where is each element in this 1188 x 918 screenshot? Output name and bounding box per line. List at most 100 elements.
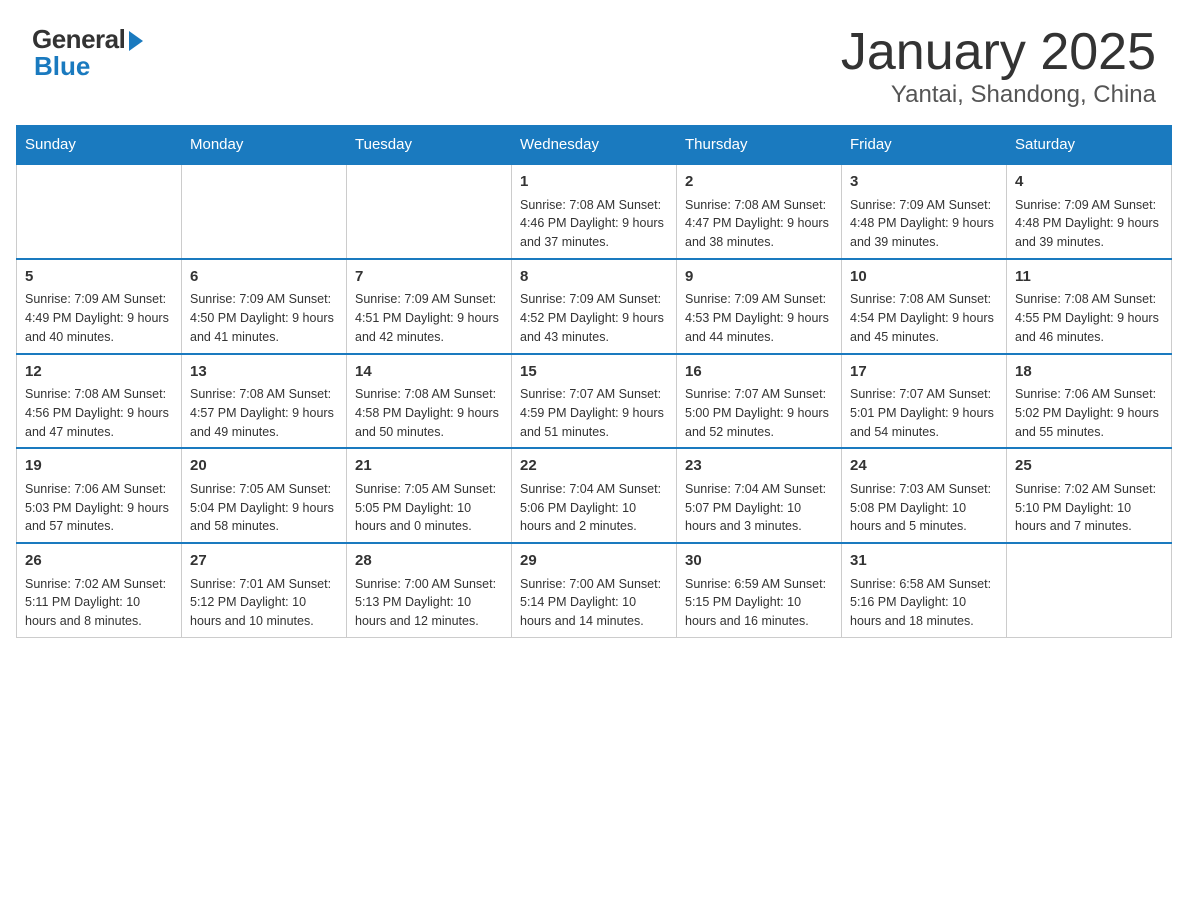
day-number: 26 — [25, 550, 173, 573]
day-number: 3 — [850, 171, 998, 194]
day-of-week-tuesday: Tuesday — [347, 126, 512, 165]
calendar-cell: 25Sunrise: 7:02 AM Sunset: 5:10 PM Dayli… — [1007, 448, 1172, 543]
day-number: 21 — [355, 455, 503, 478]
day-info: Sunrise: 6:58 AM Sunset: 5:16 PM Dayligh… — [850, 575, 998, 631]
calendar-cell: 19Sunrise: 7:06 AM Sunset: 5:03 PM Dayli… — [17, 448, 182, 543]
day-info: Sunrise: 6:59 AM Sunset: 5:15 PM Dayligh… — [685, 575, 833, 631]
day-number: 1 — [520, 171, 668, 194]
calendar-cell: 1Sunrise: 7:08 AM Sunset: 4:46 PM Daylig… — [512, 164, 677, 259]
day-info: Sunrise: 7:06 AM Sunset: 5:03 PM Dayligh… — [25, 480, 173, 536]
day-number: 25 — [1015, 455, 1163, 478]
calendar-cell: 14Sunrise: 7:08 AM Sunset: 4:58 PM Dayli… — [347, 354, 512, 449]
day-number: 5 — [25, 266, 173, 289]
calendar-cell: 16Sunrise: 7:07 AM Sunset: 5:00 PM Dayli… — [677, 354, 842, 449]
day-number: 23 — [685, 455, 833, 478]
calendar-cell: 11Sunrise: 7:08 AM Sunset: 4:55 PM Dayli… — [1007, 259, 1172, 354]
day-info: Sunrise: 7:06 AM Sunset: 5:02 PM Dayligh… — [1015, 385, 1163, 441]
day-info: Sunrise: 7:02 AM Sunset: 5:10 PM Dayligh… — [1015, 480, 1163, 536]
calendar-cell — [347, 164, 512, 259]
day-number: 8 — [520, 266, 668, 289]
day-info: Sunrise: 7:08 AM Sunset: 4:47 PM Dayligh… — [685, 196, 833, 252]
calendar-cell: 10Sunrise: 7:08 AM Sunset: 4:54 PM Dayli… — [842, 259, 1007, 354]
calendar-cell: 24Sunrise: 7:03 AM Sunset: 5:08 PM Dayli… — [842, 448, 1007, 543]
day-number: 4 — [1015, 171, 1163, 194]
day-info: Sunrise: 7:04 AM Sunset: 5:06 PM Dayligh… — [520, 480, 668, 536]
day-info: Sunrise: 7:09 AM Sunset: 4:48 PM Dayligh… — [1015, 196, 1163, 252]
day-number: 13 — [190, 361, 338, 384]
day-of-week-thursday: Thursday — [677, 126, 842, 165]
calendar-cell: 30Sunrise: 6:59 AM Sunset: 5:15 PM Dayli… — [677, 543, 842, 637]
calendar-cell: 2Sunrise: 7:08 AM Sunset: 4:47 PM Daylig… — [677, 164, 842, 259]
day-number: 12 — [25, 361, 173, 384]
day-number: 11 — [1015, 266, 1163, 289]
logo-triangle-icon — [129, 31, 143, 51]
title-block: January 2025 Yantai, Shandong, China — [841, 24, 1156, 109]
calendar-cell: 18Sunrise: 7:06 AM Sunset: 5:02 PM Dayli… — [1007, 354, 1172, 449]
day-of-week-wednesday: Wednesday — [512, 126, 677, 165]
day-info: Sunrise: 7:09 AM Sunset: 4:49 PM Dayligh… — [25, 290, 173, 346]
day-info: Sunrise: 7:04 AM Sunset: 5:07 PM Dayligh… — [685, 480, 833, 536]
day-of-week-sunday: Sunday — [17, 126, 182, 165]
day-number: 10 — [850, 266, 998, 289]
calendar-header: SundayMondayTuesdayWednesdayThursdayFrid… — [17, 126, 1172, 165]
week-row-5: 26Sunrise: 7:02 AM Sunset: 5:11 PM Dayli… — [17, 543, 1172, 637]
day-info: Sunrise: 7:03 AM Sunset: 5:08 PM Dayligh… — [850, 480, 998, 536]
day-number: 27 — [190, 550, 338, 573]
day-number: 2 — [685, 171, 833, 194]
day-info: Sunrise: 7:08 AM Sunset: 4:56 PM Dayligh… — [25, 385, 173, 441]
day-number: 9 — [685, 266, 833, 289]
day-info: Sunrise: 7:07 AM Sunset: 4:59 PM Dayligh… — [520, 385, 668, 441]
day-info: Sunrise: 7:08 AM Sunset: 4:55 PM Dayligh… — [1015, 290, 1163, 346]
calendar-body: 1Sunrise: 7:08 AM Sunset: 4:46 PM Daylig… — [17, 164, 1172, 637]
day-number: 31 — [850, 550, 998, 573]
day-info: Sunrise: 7:09 AM Sunset: 4:53 PM Dayligh… — [685, 290, 833, 346]
day-number: 17 — [850, 361, 998, 384]
calendar-cell: 26Sunrise: 7:02 AM Sunset: 5:11 PM Dayli… — [17, 543, 182, 637]
day-info: Sunrise: 7:07 AM Sunset: 5:01 PM Dayligh… — [850, 385, 998, 441]
day-number: 28 — [355, 550, 503, 573]
days-of-week-row: SundayMondayTuesdayWednesdayThursdayFrid… — [17, 126, 1172, 165]
calendar-cell — [17, 164, 182, 259]
day-number: 24 — [850, 455, 998, 478]
day-info: Sunrise: 7:01 AM Sunset: 5:12 PM Dayligh… — [190, 575, 338, 631]
day-number: 16 — [685, 361, 833, 384]
calendar-cell: 20Sunrise: 7:05 AM Sunset: 5:04 PM Dayli… — [182, 448, 347, 543]
day-number: 20 — [190, 455, 338, 478]
day-number: 18 — [1015, 361, 1163, 384]
day-info: Sunrise: 7:09 AM Sunset: 4:48 PM Dayligh… — [850, 196, 998, 252]
calendar-subtitle: Yantai, Shandong, China — [841, 81, 1156, 109]
calendar-cell: 6Sunrise: 7:09 AM Sunset: 4:50 PM Daylig… — [182, 259, 347, 354]
day-number: 14 — [355, 361, 503, 384]
calendar-cell: 21Sunrise: 7:05 AM Sunset: 5:05 PM Dayli… — [347, 448, 512, 543]
header: General Blue January 2025 Yantai, Shando… — [0, 0, 1188, 125]
week-row-1: 1Sunrise: 7:08 AM Sunset: 4:46 PM Daylig… — [17, 164, 1172, 259]
day-number: 22 — [520, 455, 668, 478]
calendar-cell: 3Sunrise: 7:09 AM Sunset: 4:48 PM Daylig… — [842, 164, 1007, 259]
calendar-cell: 8Sunrise: 7:09 AM Sunset: 4:52 PM Daylig… — [512, 259, 677, 354]
calendar-cell: 9Sunrise: 7:09 AM Sunset: 4:53 PM Daylig… — [677, 259, 842, 354]
day-number: 7 — [355, 266, 503, 289]
logo: General Blue — [32, 24, 143, 82]
calendar-cell: 13Sunrise: 7:08 AM Sunset: 4:57 PM Dayli… — [182, 354, 347, 449]
day-info: Sunrise: 7:08 AM Sunset: 4:54 PM Dayligh… — [850, 290, 998, 346]
day-info: Sunrise: 7:09 AM Sunset: 4:50 PM Dayligh… — [190, 290, 338, 346]
calendar-cell: 12Sunrise: 7:08 AM Sunset: 4:56 PM Dayli… — [17, 354, 182, 449]
calendar-cell — [1007, 543, 1172, 637]
calendar-cell: 7Sunrise: 7:09 AM Sunset: 4:51 PM Daylig… — [347, 259, 512, 354]
week-row-2: 5Sunrise: 7:09 AM Sunset: 4:49 PM Daylig… — [17, 259, 1172, 354]
calendar-title: January 2025 — [841, 24, 1156, 81]
day-of-week-saturday: Saturday — [1007, 126, 1172, 165]
day-info: Sunrise: 7:00 AM Sunset: 5:14 PM Dayligh… — [520, 575, 668, 631]
calendar-cell: 29Sunrise: 7:00 AM Sunset: 5:14 PM Dayli… — [512, 543, 677, 637]
calendar-cell: 22Sunrise: 7:04 AM Sunset: 5:06 PM Dayli… — [512, 448, 677, 543]
day-number: 15 — [520, 361, 668, 384]
calendar-cell: 4Sunrise: 7:09 AM Sunset: 4:48 PM Daylig… — [1007, 164, 1172, 259]
week-row-3: 12Sunrise: 7:08 AM Sunset: 4:56 PM Dayli… — [17, 354, 1172, 449]
calendar-cell: 27Sunrise: 7:01 AM Sunset: 5:12 PM Dayli… — [182, 543, 347, 637]
calendar-table: SundayMondayTuesdayWednesdayThursdayFrid… — [16, 125, 1172, 638]
calendar-cell — [182, 164, 347, 259]
day-info: Sunrise: 7:08 AM Sunset: 4:57 PM Dayligh… — [190, 385, 338, 441]
calendar-cell: 17Sunrise: 7:07 AM Sunset: 5:01 PM Dayli… — [842, 354, 1007, 449]
logo-blue-text: Blue — [34, 51, 90, 82]
calendar-cell: 15Sunrise: 7:07 AM Sunset: 4:59 PM Dayli… — [512, 354, 677, 449]
